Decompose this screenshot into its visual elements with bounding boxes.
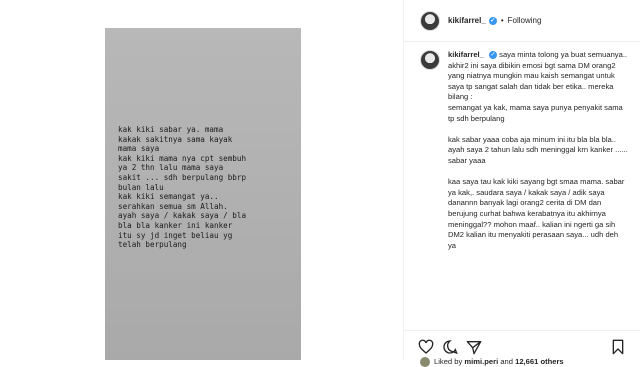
following-button[interactable]: Following bbox=[508, 16, 542, 25]
heart-icon[interactable] bbox=[418, 339, 434, 355]
verified-icon: ✓ bbox=[488, 16, 497, 25]
story-screenshot: kak kiki sabar ya. mama kakak sakitnya s… bbox=[105, 28, 301, 360]
likes-prefix: Liked by bbox=[434, 357, 463, 366]
story-text: kak kiki sabar ya. mama kakak sakitnya s… bbox=[118, 125, 247, 250]
caption-avatar[interactable] bbox=[420, 50, 440, 70]
caption-paragraph: kikifarrel_ ✓ saya minta tolong ya buat … bbox=[448, 50, 628, 124]
post-sidebar: kikifarrel_ ✓ • Following kikifarrel_ ✓ s… bbox=[404, 0, 640, 367]
caption-body: kikifarrel_ ✓ saya minta tolong ya buat … bbox=[448, 50, 628, 262]
liker-avatar[interactable] bbox=[420, 357, 430, 367]
bookmark-icon[interactable] bbox=[610, 339, 626, 355]
caption-paragraph: kak sabar yaaa coba aja minum ini itu bl… bbox=[448, 134, 630, 165]
liker-username[interactable]: mimi.peri bbox=[464, 357, 498, 366]
caption: kikifarrel_ ✓ saya minta tolong ya buat … bbox=[404, 50, 640, 330]
share-icon[interactable] bbox=[466, 339, 482, 355]
comment-icon[interactable] bbox=[442, 339, 458, 355]
post-header: kikifarrel_ ✓ • Following bbox=[404, 0, 640, 42]
post-media: kak kiki sabar ya. mama kakak sakitnya s… bbox=[0, 0, 404, 360]
verified-icon: ✓ bbox=[489, 51, 498, 59]
header-username-text[interactable]: kikifarrel_ bbox=[448, 16, 486, 25]
likes-count[interactable]: 12,661 others bbox=[515, 357, 564, 366]
likes-conjunction: and bbox=[500, 357, 513, 366]
caption-username[interactable]: kikifarrel_ bbox=[448, 50, 484, 59]
likes-line: Liked by mimi.peri and 12,661 others bbox=[420, 357, 564, 367]
avatar[interactable] bbox=[420, 10, 440, 31]
header-username[interactable]: kikifarrel_ ✓ bbox=[448, 16, 497, 25]
caption-paragraph: kaa saya tau kak kiki sayang bgt smaa ma… bbox=[448, 177, 627, 250]
separator-dot: • bbox=[500, 16, 504, 25]
action-bar bbox=[404, 330, 640, 360]
instagram-post: kak kiki sabar ya. mama kakak sakitnya s… bbox=[0, 0, 640, 367]
caption-text: saya minta tolong ya buat semuanya.. akh… bbox=[448, 50, 628, 123]
